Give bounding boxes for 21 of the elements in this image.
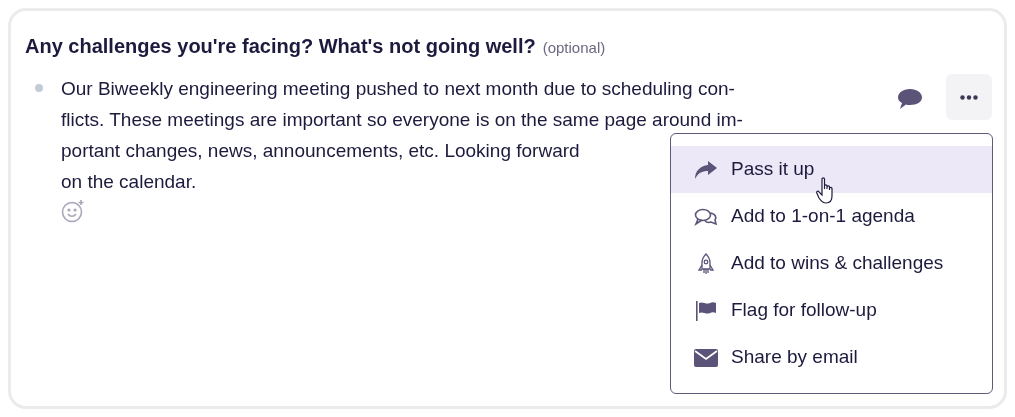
answer-text-line: on the calendar. [61,170,197,194]
answer-text-line: flicts. These meetings are important so everyone is on the same page around im- [61,108,743,132]
menu-item[interactable]: Pass it up [671,146,992,193]
flag-icon [694,299,718,322]
more-options-button[interactable] [946,74,992,120]
chat-bubbles-icon [694,206,718,227]
menu-item-label: Add to 1-on-1 agenda [731,204,915,229]
menu-item-label: Flag for follow-up [731,298,877,323]
menu-item-label: Share by email [731,345,858,370]
share-arrow-icon [694,159,718,180]
optional-note: (optional) [542,38,606,58]
question-title: Any challenges you're facing? What's not going well? [25,34,536,59]
menu-item-label: Add to wins & challenges [731,251,944,276]
envelope-icon [694,348,718,367]
menu-item-label: Pass it up [731,157,815,182]
add-emoji-icon[interactable] [61,199,85,223]
answer-text-line: portant changes, news, announcements, etc. Looking forward [61,139,580,163]
bullet-icon [35,84,43,92]
ellipsis-icon [960,94,978,100]
comment-icon[interactable] [897,88,923,110]
answer-text-line: Our Biweekly engineering meeting pushed to next month due to scheduling con- [61,77,735,101]
